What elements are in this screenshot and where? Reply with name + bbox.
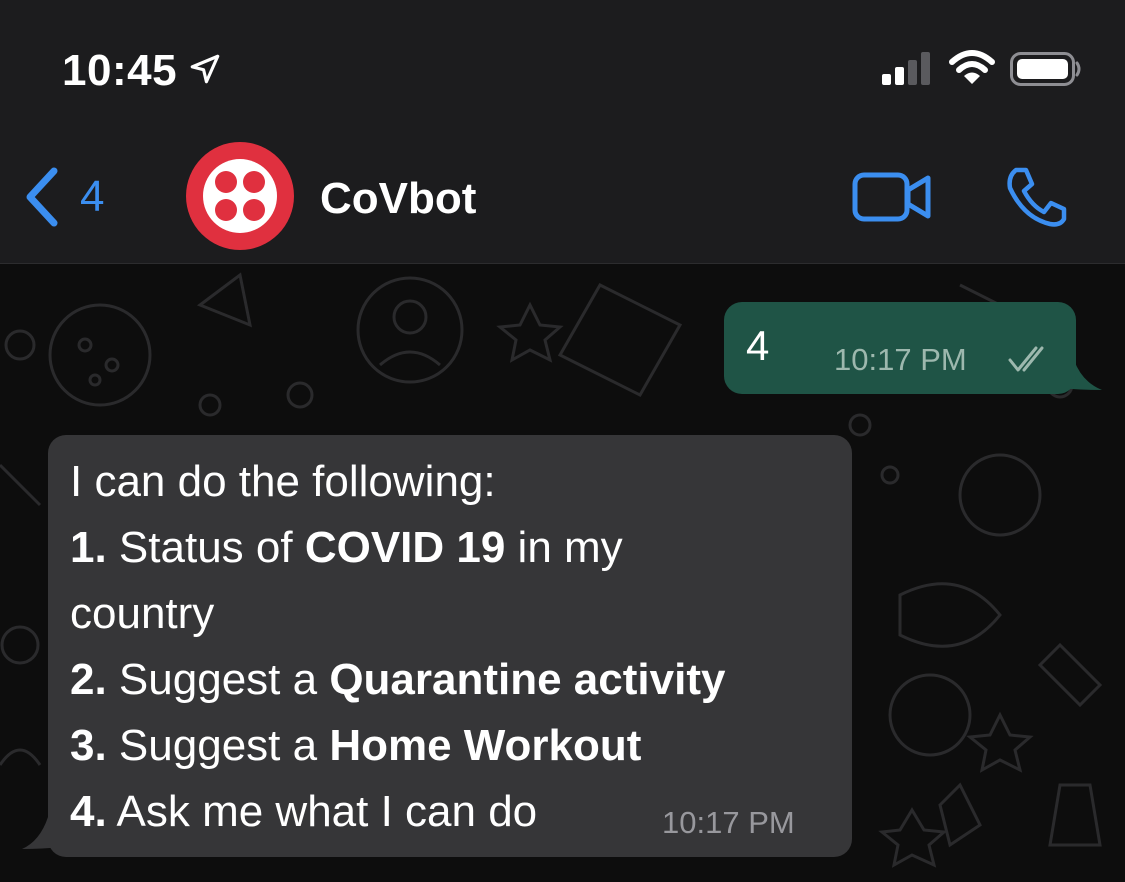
message-line: 3. Suggest a Home Workout <box>70 713 850 779</box>
message-line: I can do the following: <box>70 449 850 515</box>
back-button[interactable]: 4 <box>22 165 132 229</box>
location-arrow-icon <box>190 54 220 84</box>
bold-text-segment: Quarantine activity <box>329 655 726 704</box>
unread-count: 4 <box>80 172 105 221</box>
text-segment: in my <box>505 523 623 572</box>
text-segment: Suggest a <box>106 721 330 770</box>
text-segment: country <box>70 589 215 638</box>
text-segment: I can do the following: <box>70 457 496 506</box>
chat-screen: 10:45 4 CoVbot 4 10:17 PM I can do the f… <box>0 0 1125 882</box>
message-line: 1. Status of COVID 19 in my <box>70 515 850 581</box>
outgoing-message[interactable]: 4 10:17 PM <box>724 302 1076 394</box>
message-line: 2. Suggest a Quarantine activity <box>70 647 850 713</box>
text-segment: Status of <box>106 523 305 572</box>
chat-header: 4 CoVbot <box>0 130 1125 264</box>
outgoing-message-text: 4 <box>746 322 770 369</box>
status-time: 10:45 <box>62 46 178 95</box>
video-camera-icon[interactable] <box>852 170 932 224</box>
message-list[interactable]: 4 10:17 PM I can do the following: 1. Sta… <box>0 265 1125 882</box>
message-line: country <box>70 581 850 647</box>
phone-icon[interactable] <box>1002 166 1068 228</box>
battery-icon <box>1010 52 1081 86</box>
incoming-message[interactable]: I can do the following: 1. Status of COVI… <box>48 435 852 857</box>
incoming-message-time: 10:17 PM <box>662 805 795 840</box>
text-segment: Ask me what I can do <box>106 787 538 836</box>
bold-text-segment: COVID 19 <box>304 523 506 572</box>
text-segment: Suggest a <box>106 655 330 704</box>
bold-text-segment: 3. <box>70 721 107 770</box>
incoming-message-text: I can do the following: 1. Status of COVI… <box>70 449 850 845</box>
read-ticks-icon <box>1008 346 1044 372</box>
avatar-logo <box>203 159 277 233</box>
cellular-signal-icon <box>882 52 930 85</box>
contact-name[interactable]: CoVbot <box>320 174 476 224</box>
bold-text-segment: 1. <box>70 523 107 572</box>
status-bar: 10:45 <box>0 0 1125 130</box>
bold-text-segment: 4. <box>70 787 107 836</box>
wifi-icon <box>949 50 995 84</box>
avatar[interactable] <box>186 142 294 250</box>
outgoing-message-time: 10:17 PM <box>834 342 967 377</box>
back-chevron-icon <box>26 167 58 227</box>
bold-text-segment: 2. <box>70 655 107 704</box>
bold-text-segment: Home Workout <box>329 721 642 770</box>
